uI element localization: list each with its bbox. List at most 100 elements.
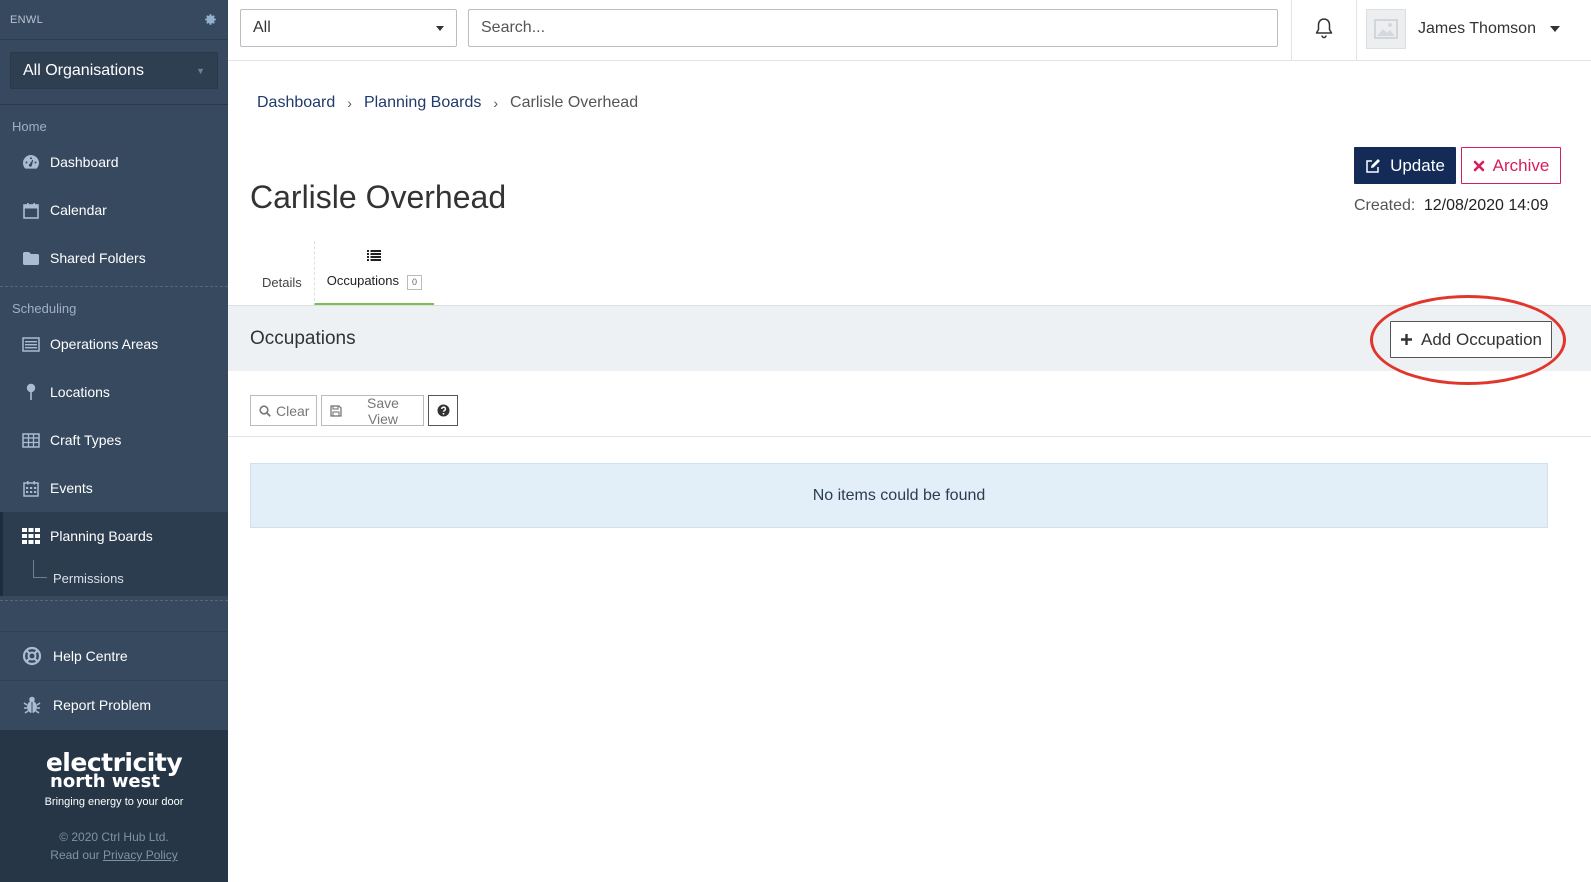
avatar [1366,9,1406,49]
sidebar-item-locations[interactable]: Locations [0,368,228,416]
add-occupation-button[interactable]: Add Occupation [1390,321,1552,358]
sidebar-item-label: Shared Folders [50,250,146,266]
user-menu[interactable]: James Thomson [1366,7,1560,51]
scope-select-value: All [253,19,271,36]
page-title: Carlisle Overhead [250,179,507,215]
copyright: © 2020 Ctrl Hub Ltd. Read our Privacy Po… [0,828,228,864]
count-badge: 0 [407,275,423,290]
tab-details[interactable]: Details [250,241,314,306]
sidebar-subitem-permissions[interactable]: Permissions [0,560,228,596]
organisation-select[interactable]: All Organisations ▼ [10,52,218,89]
notifications-button[interactable] [1291,0,1357,61]
section-label-scheduling: Scheduling [12,301,77,316]
created-info: Created: 12/08/2020 14:09 [1354,197,1548,215]
pin-icon [22,383,40,401]
list-icon [367,249,382,264]
edit-icon [1365,158,1381,174]
sidebar-subitem-label: Permissions [53,570,124,586]
sidebar-item-label: Locations [50,384,110,400]
dashboard-icon [22,153,40,171]
created-value: 12/08/2020 14:09 [1423,197,1549,214]
sidebar-item-dashboard[interactable]: Dashboard [0,138,228,186]
chevron-down-icon: ▼ [196,65,205,76]
chevron-right-icon: › [347,95,352,111]
company-logo-subline: north west [50,771,160,792]
bell-icon [1314,17,1334,44]
sidebar-item-calendar[interactable]: Calendar [0,186,228,234]
breadcrumb-planning-boards[interactable]: Planning Boards [364,94,481,112]
privacy-line: Read our Privacy Policy [0,846,228,864]
tab-bar: Details Occupations 0 [250,241,435,306]
help-centre-label: Help Centre [53,648,128,664]
update-button[interactable]: Update [1354,147,1456,184]
breadcrumb: Dashboard › Planning Boards › Carlisle O… [257,94,638,112]
sidebar-item-events[interactable]: Events [0,464,228,512]
sidebar-item-operations-areas[interactable]: Operations Areas [0,320,228,368]
plus-icon [1400,333,1413,346]
sidebar-item-craft-types[interactable]: Craft Types [0,416,228,464]
report-problem-link[interactable]: Report Problem [0,680,228,729]
tab-label-wrap: Occupations 0 [326,273,423,290]
close-icon [1473,160,1485,172]
empty-message: No items could be found [812,486,986,504]
privacy-prefix: Read our [50,848,100,862]
sidebar-item-label: Calendar [50,202,107,218]
calendar-icon [22,201,40,219]
sidebar-item-planning-boards[interactable]: Planning Boards [0,512,228,560]
sidebar-item-label: Craft Types [50,432,122,448]
filter-toolbar: Clear Save View [228,371,1591,437]
table-icon [22,431,40,449]
company-tagline: Bringing energy to your door [44,796,184,808]
occupations-header: Occupations Add Occupation [228,295,1591,385]
brand-label: ENWL [10,13,43,26]
tab-occupations[interactable]: Occupations 0 [313,241,435,306]
help-centre-link[interactable]: Help Centre [0,631,228,680]
add-occupation-label: Add Occupation [1421,329,1542,349]
tab-label: Occupations [326,273,400,288]
sidebar-header: ENWL [0,0,228,40]
search-icon [259,404,271,417]
bug-icon [22,695,42,715]
copyright-text: © 2020 Ctrl Hub Ltd. [59,830,169,844]
question-circle-icon [437,404,450,417]
folder-icon [22,249,40,267]
main-content: Dashboard › Planning Boards › Carlisle O… [228,61,1591,882]
caret-down-icon [1549,26,1560,32]
sidebar-item-label: Dashboard [50,154,119,170]
privacy-policy-link[interactable]: Privacy Policy [103,848,178,862]
lifebuoy-icon [22,646,42,666]
update-label: Update [1390,155,1445,175]
list-icon [22,335,40,353]
sidebar-item-shared-folders[interactable]: Shared Folders [0,234,228,282]
help-button[interactable] [428,395,458,426]
empty-state: No items could be found [250,463,1548,528]
user-name: James Thomson [1418,20,1536,37]
search-input[interactable] [468,9,1278,47]
section-title: Occupations [250,328,356,349]
calendar-grid-icon [22,479,40,497]
breadcrumb-current: Carlisle Overhead [510,94,639,111]
tree-connector [33,560,47,578]
gear-icon[interactable] [204,13,218,27]
save-view-button[interactable]: Save View [321,394,424,427]
section-label-home: Home [12,119,47,134]
sidebar-item-label: Operations Areas [50,336,159,352]
breadcrumb-dashboard[interactable]: Dashboard [257,94,335,112]
report-problem-label: Report Problem [53,697,152,713]
app: ENWL All Organisations ▼ Home Dashboard … [0,0,1591,882]
created-label: Created: [1354,197,1416,214]
archive-button[interactable]: Archive [1461,147,1561,184]
sidebar-item-label: Planning Boards [50,528,153,544]
scope-select[interactable]: All [240,9,457,47]
caret-down-icon [436,25,444,31]
organisation-select-value: All Organisations [23,61,144,79]
sidebar: ENWL All Organisations ▼ Home Dashboard … [0,0,228,882]
archive-label: Archive [1492,155,1550,175]
save-view-label: Save View [367,394,399,427]
grid-icon [22,527,40,545]
sidebar-item-label: Events [50,480,93,496]
chevron-right-icon: › [493,95,499,111]
topbar: All James Thomson [228,0,1591,61]
clear-button[interactable]: Clear [250,395,317,426]
